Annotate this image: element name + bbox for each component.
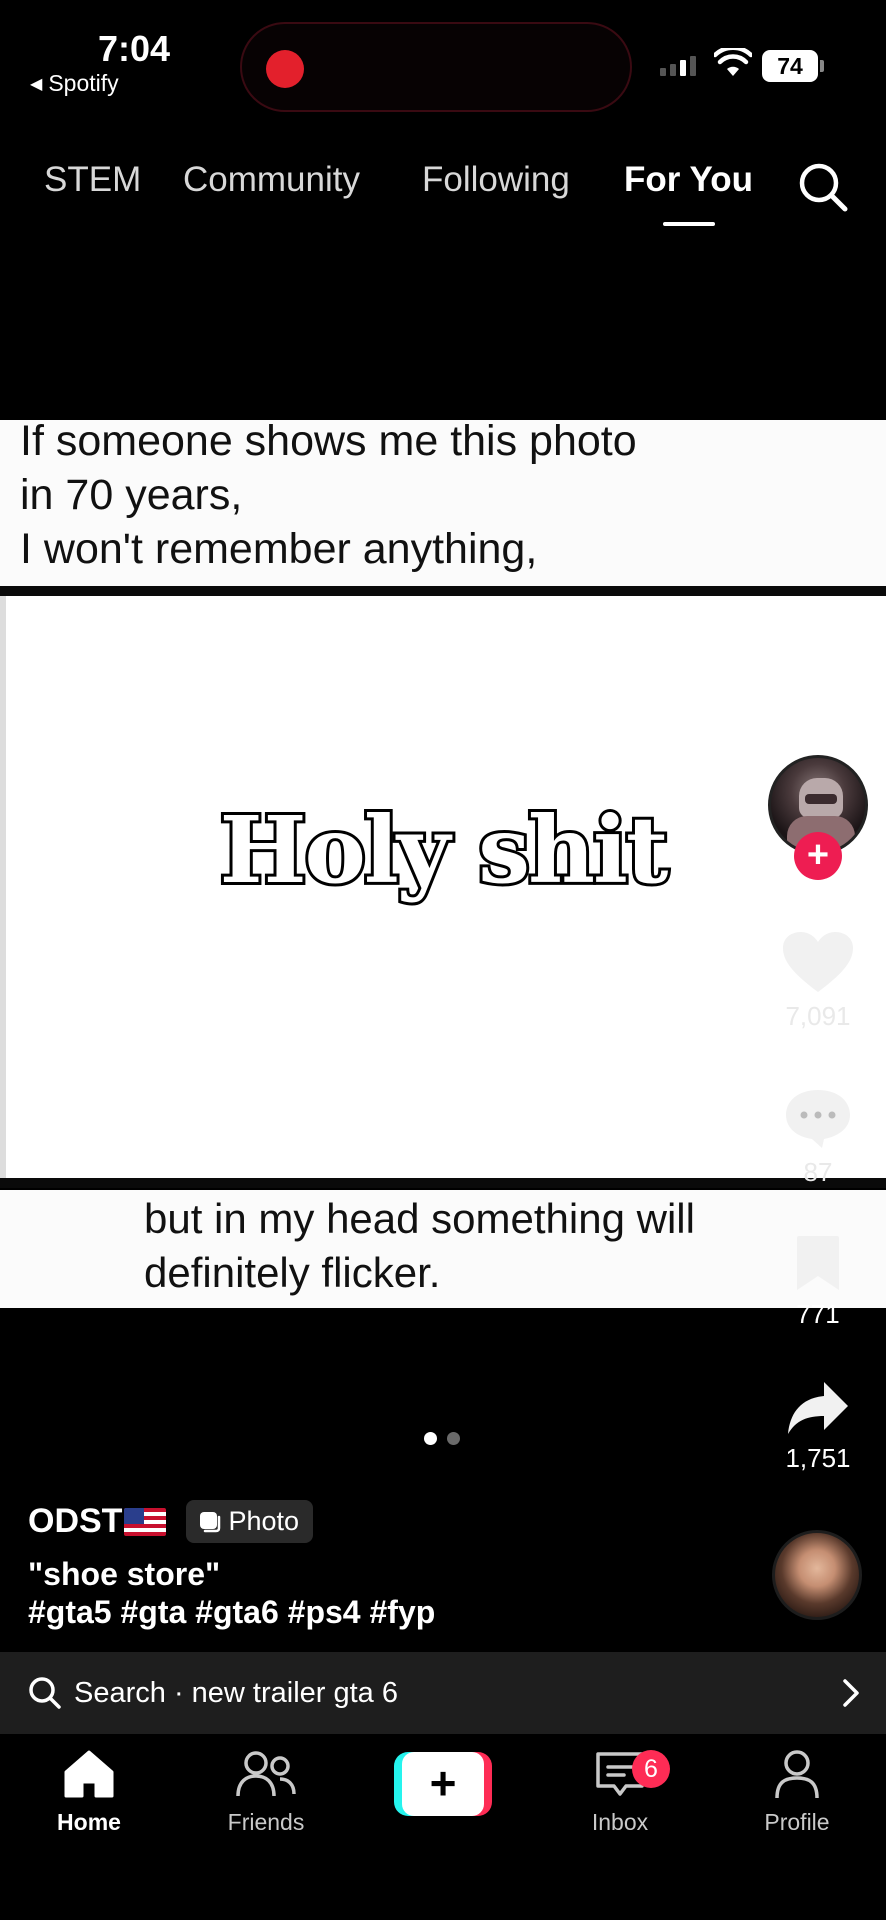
share-count: 1,751 [785, 1443, 851, 1473]
us-flag-icon [124, 1507, 167, 1536]
photo-top-caption: If someone shows me this photo in 70 yea… [20, 417, 637, 573]
back-app-label: Spotify [48, 70, 119, 96]
creator-name[interactable]: ODST [28, 1502, 122, 1541]
inbox-unread-badge: 6 [632, 1750, 670, 1788]
comment-icon [786, 1090, 850, 1148]
home-icon [64, 1750, 114, 1798]
nav-profile-label: Profile [764, 1809, 830, 1835]
tab-community[interactable]: Community [183, 160, 360, 200]
photo-type-badge: Photo [186, 1500, 314, 1543]
plus-icon: + [402, 1752, 484, 1816]
create-button[interactable]: + [394, 1752, 492, 1816]
nav-inbox-label: Inbox [591, 1809, 649, 1835]
bookmark-icon [797, 1236, 839, 1290]
sound-disc[interactable] [772, 1530, 862, 1620]
battery-tip [820, 60, 824, 72]
search-icon [29, 1677, 61, 1709]
like-button[interactable]: 7,091 [760, 930, 876, 1032]
photo-pagination [424, 1432, 460, 1445]
battery-icon: 74 [762, 50, 818, 82]
creator-row: ODST Photo [28, 1500, 314, 1543]
friends-icon [236, 1751, 296, 1797]
photo-type-label: Photo [228, 1506, 300, 1536]
status-time: 7:04 [98, 28, 171, 69]
chevron-right-icon [843, 1679, 859, 1707]
photo-bottom-caption: but in my head something will definitely… [144, 1195, 695, 1296]
battery-level: 74 [777, 52, 803, 79]
heart-icon [783, 932, 853, 992]
wifi-icon [714, 48, 752, 76]
post-hashtags[interactable]: #gta5 #gta #gta6 #ps4 #fyp [28, 1594, 435, 1631]
nav-profile[interactable]: Profile [732, 1748, 862, 1836]
nav-friends[interactable]: Friends [201, 1748, 331, 1836]
photo-stack-icon [200, 1511, 221, 1532]
share-icon [788, 1382, 848, 1434]
profile-icon [775, 1750, 819, 1799]
share-button[interactable]: 1,751 [760, 1378, 876, 1474]
page-dot [447, 1432, 460, 1445]
post-caption-title: "shoe store" [28, 1556, 221, 1592]
photo-middle-panel: Holy shit [0, 596, 886, 1180]
photo-bottom-caption-panel: but in my head something will definitely… [0, 1190, 886, 1308]
feed-tabs: STEM Community Following For You [0, 160, 886, 210]
photo-divider [0, 586, 886, 596]
comment-count: 87 [803, 1157, 833, 1187]
photo-divider [0, 1178, 886, 1188]
photo-top-caption-panel: If someone shows me this photo in 70 yea… [0, 417, 886, 588]
avatar-visor [805, 794, 837, 804]
bottom-navigation: Home Friends + Inbox 6 Profile [0, 1734, 886, 1920]
like-count: 7,091 [785, 1001, 851, 1031]
back-triangle-icon: ◀ [30, 75, 43, 93]
back-to-app-link[interactable]: ◀ Spotify [30, 70, 119, 97]
post-photo[interactable]: If someone shows me this photo in 70 yea… [0, 417, 886, 1308]
search-suggestion-text: Search · new trailer gta 6 [74, 1676, 398, 1709]
nav-home-label: Home [57, 1809, 121, 1835]
comment-button[interactable]: 87 [760, 1086, 876, 1188]
search-suggestion-bar[interactable]: Search · new trailer gta 6 [0, 1652, 886, 1734]
page-dot-active [424, 1432, 437, 1445]
save-count: 771 [796, 1299, 840, 1329]
tab-following[interactable]: Following [422, 160, 570, 200]
dynamic-island[interactable] [240, 22, 632, 112]
save-button[interactable]: 771 [760, 1234, 876, 1330]
screen-recording-icon [266, 50, 304, 88]
nav-home[interactable]: Home [24, 1748, 154, 1836]
follow-button[interactable]: + [794, 832, 842, 880]
tab-stem[interactable]: STEM [44, 160, 141, 200]
cellular-signal-icon [660, 56, 696, 76]
nav-friends-label: Friends [227, 1809, 305, 1835]
active-tab-indicator [663, 222, 715, 226]
photo-center-text: Holy shit [217, 793, 672, 907]
tab-for-you[interactable]: For You [624, 160, 753, 200]
search-icon[interactable] [796, 160, 850, 214]
